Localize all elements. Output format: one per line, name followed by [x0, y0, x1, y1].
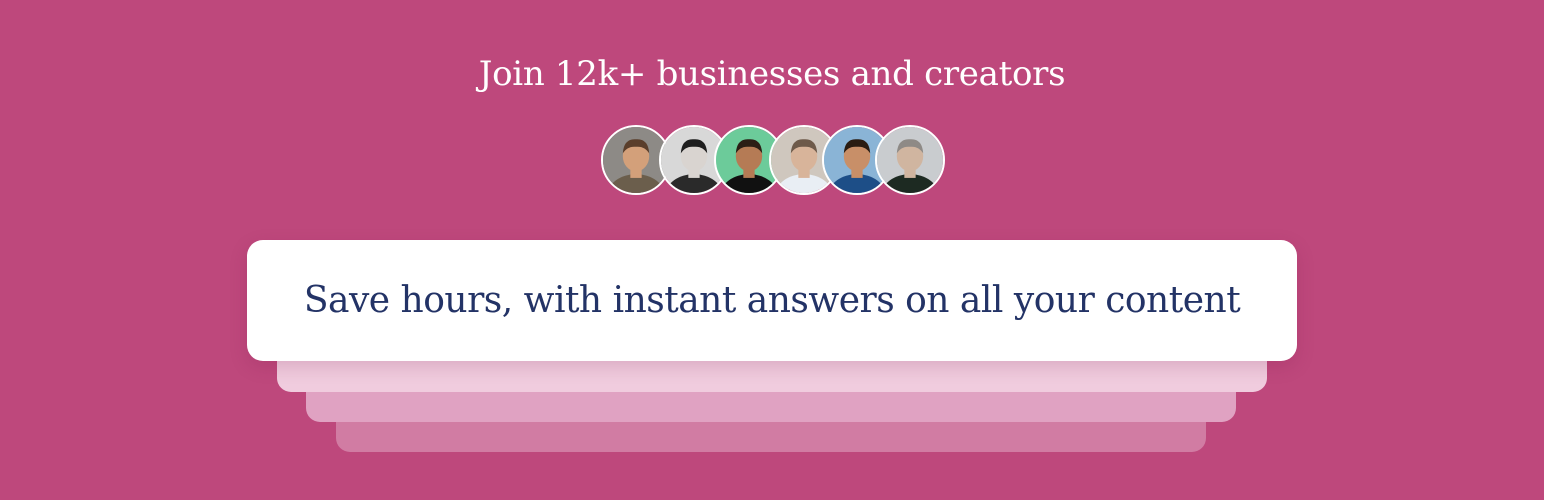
answer-card: Save hours, with instant answers on all … — [247, 240, 1297, 361]
avatar — [875, 125, 945, 195]
headline: Join 12k+ businesses and creators — [478, 54, 1066, 94]
avatar-group — [601, 125, 946, 197]
person-avatar-icon — [877, 127, 943, 193]
card-tagline: Save hours, with instant answers on all … — [303, 280, 1241, 321]
